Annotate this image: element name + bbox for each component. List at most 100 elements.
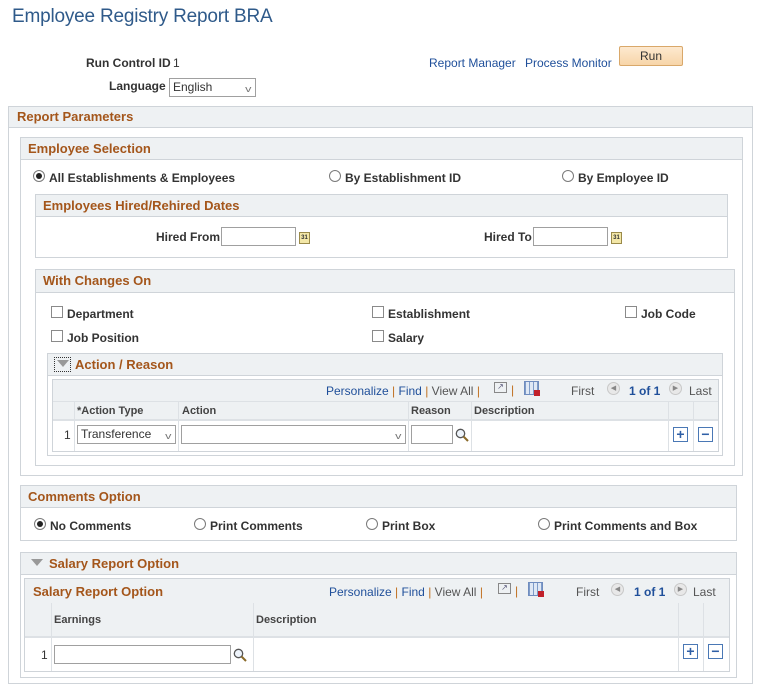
add-row-button[interactable]: + xyxy=(673,427,688,442)
by-employee-radio[interactable] xyxy=(562,170,574,182)
department-checkbox[interactable] xyxy=(51,306,63,318)
collapse-toggle[interactable] xyxy=(54,357,71,372)
col-divider xyxy=(51,603,52,671)
print-comments-label: Print Comments xyxy=(210,519,303,533)
action-reason-header[interactable]: Action / Reason xyxy=(48,354,722,376)
department-label: Department xyxy=(67,307,134,321)
col-divider xyxy=(471,402,472,451)
no-comments-radio[interactable] xyxy=(34,518,46,530)
chevron-down-icon: v xyxy=(164,431,171,441)
employee-selection-header: Employee Selection xyxy=(21,138,742,160)
next-icon[interactable]: ▶ xyxy=(669,382,682,395)
job-code-checkbox[interactable] xyxy=(625,306,637,318)
col-action: Action xyxy=(182,405,217,417)
col-divider xyxy=(693,402,694,451)
new-window-icon[interactable]: ↗ xyxy=(498,583,511,594)
download-grid-icon[interactable] xyxy=(528,582,544,597)
find-link[interactable]: Find xyxy=(399,384,422,398)
col-divider xyxy=(178,402,179,451)
hired-to-label: Hired To xyxy=(484,230,532,244)
download-arrow-icon xyxy=(538,591,544,597)
personalize-link[interactable]: Personalize xyxy=(326,384,389,398)
delete-row-button[interactable]: − xyxy=(698,427,713,442)
grid-toolbar-links: Personalize | Find | View All | xyxy=(326,384,480,398)
hired-from-input[interactable] xyxy=(221,227,296,246)
col-divider xyxy=(74,402,75,451)
grid-column-header-row xyxy=(53,401,718,421)
last-label: Last xyxy=(689,384,712,398)
reason-input[interactable] xyxy=(411,425,453,444)
view-all-link[interactable]: View All xyxy=(435,585,477,599)
by-employee-label: By Employee ID xyxy=(578,171,669,185)
triangle-down-icon xyxy=(57,360,69,367)
personalize-link[interactable]: Personalize xyxy=(329,585,392,599)
no-comments-label: No Comments xyxy=(50,519,132,533)
salary-grid-title: Salary Report Option xyxy=(33,584,164,599)
hired-to-input[interactable] xyxy=(533,227,608,246)
language-label: Language xyxy=(109,79,166,93)
salary-report-option-header[interactable]: Salary Report Option xyxy=(21,553,736,575)
download-arrow-icon xyxy=(534,390,540,396)
view-all-link[interactable]: View All xyxy=(432,384,474,398)
add-row-button[interactable]: + xyxy=(683,644,698,659)
hired-from-label: Hired From xyxy=(156,230,221,244)
col-description: Description xyxy=(474,405,535,417)
process-monitor-link[interactable]: Process Monitor xyxy=(525,56,612,70)
search-icon[interactable] xyxy=(233,648,247,662)
report-parameters-header: Report Parameters xyxy=(9,107,752,128)
language-select[interactable]: English v xyxy=(169,78,256,97)
print-comments-radio[interactable] xyxy=(194,518,206,530)
new-window-icon[interactable]: ↗ xyxy=(494,382,507,393)
triangle-down-icon[interactable] xyxy=(31,559,43,566)
salary-checkbox[interactable] xyxy=(372,330,384,342)
salary-grid-toolbar-links: Personalize | Find | View All | xyxy=(329,585,483,599)
earnings-input[interactable] xyxy=(54,645,231,664)
col-action-type: *Action Type xyxy=(77,405,144,417)
col-description: Description xyxy=(256,614,317,626)
page-title: Employee Registry Report BRA xyxy=(12,6,273,27)
previous-icon[interactable]: ◀ xyxy=(611,583,624,596)
with-changes-on-header: With Changes On xyxy=(36,270,734,293)
col-divider xyxy=(703,603,704,671)
download-grid-icon[interactable] xyxy=(524,381,540,396)
print-comments-and-box-label: Print Comments and Box xyxy=(554,519,698,533)
print-comments-and-box-radio[interactable] xyxy=(538,518,550,530)
by-establishment-label: By Establishment ID xyxy=(345,171,462,185)
salary-grid-column-header-row xyxy=(25,603,729,638)
report-manager-link[interactable]: Report Manager xyxy=(429,56,516,70)
find-link[interactable]: Find xyxy=(402,585,425,599)
last-label: Last xyxy=(693,585,716,599)
col-reason: Reason xyxy=(411,405,451,417)
run-control-label: Run Control ID xyxy=(86,56,171,70)
col-divider xyxy=(668,402,669,451)
job-code-label: Job Code xyxy=(641,307,696,321)
previous-icon[interactable]: ◀ xyxy=(607,382,620,395)
row-number: 1 xyxy=(64,428,71,442)
col-divider xyxy=(253,603,254,671)
run-button[interactable]: Run xyxy=(619,46,683,66)
hired-dates-section: Employees Hired/Rehired Dates xyxy=(35,194,728,258)
row-number: 1 xyxy=(41,648,48,662)
separator: | xyxy=(515,584,519,598)
first-label: First xyxy=(576,585,600,599)
separator: | xyxy=(511,383,515,397)
action-type-select[interactable]: Transference v xyxy=(77,425,176,444)
delete-row-button[interactable]: − xyxy=(708,644,723,659)
first-label: First xyxy=(571,384,595,398)
run-control-value: 1 xyxy=(173,56,180,70)
row-count: 1 of 1 xyxy=(634,585,666,599)
establishment-checkbox[interactable] xyxy=(372,306,384,318)
action-select[interactable]: v xyxy=(181,425,406,444)
print-box-radio[interactable] xyxy=(366,518,378,530)
all-establishments-radio[interactable] xyxy=(33,170,45,182)
all-establishments-label: All Establishments & Employees xyxy=(49,171,236,185)
search-icon[interactable] xyxy=(455,428,469,442)
by-establishment-radio[interactable] xyxy=(329,170,341,182)
calendar-icon[interactable]: 31 xyxy=(611,232,622,244)
job-position-checkbox[interactable] xyxy=(51,330,63,342)
job-position-label: Job Position xyxy=(67,331,139,345)
col-earnings: Earnings xyxy=(54,614,102,626)
comments-option-header: Comments Option xyxy=(21,486,736,508)
next-icon[interactable]: ▶ xyxy=(674,583,687,596)
calendar-icon[interactable]: 31 xyxy=(299,232,310,244)
